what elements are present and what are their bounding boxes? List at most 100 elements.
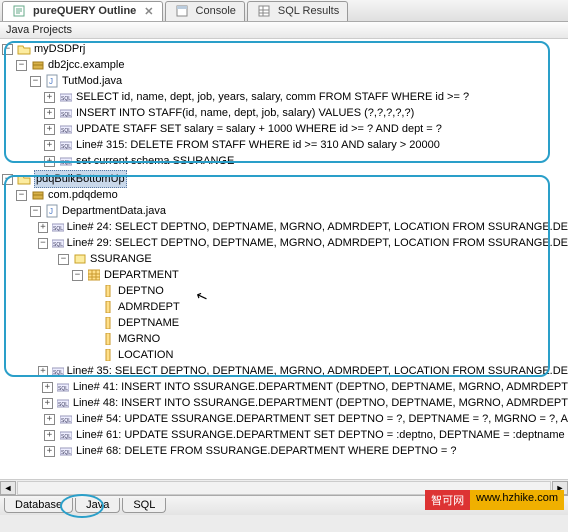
tree-java-file[interactable]: − J DepartmentData.java: [2, 203, 568, 219]
tree-sql-statement[interactable]: +SQLLine# 68: DELETE FROM SSURANGE.DEPAR…: [2, 443, 568, 459]
view-tab-bar: pureQUERY Outline ✕ Console SQL Results: [0, 0, 568, 22]
project-label: myDSDPrj: [34, 41, 85, 57]
tree-sql-statement[interactable]: +SQLUPDATE STAFF SET salary = salary + 1…: [2, 121, 568, 137]
sql-statement-icon: SQL: [58, 89, 74, 105]
tab-label: SQL Results: [278, 5, 339, 17]
tree-column[interactable]: DEPTNAME: [2, 315, 568, 331]
tree-sql-statement[interactable]: + SQL Line# 41: INSERT INTO SSURANGE.DEPAR…: [2, 379, 568, 395]
sql-statement-icon: SQL: [58, 137, 74, 153]
tree-package[interactable]: − db2jcc.example: [2, 57, 568, 73]
outline-tree[interactable]: − myDSDPrj − db2jcc.example − J TutMod.j…: [0, 39, 568, 479]
tree-column[interactable]: DEPTNO: [2, 283, 568, 299]
collapse-icon[interactable]: −: [2, 44, 13, 55]
tree-project[interactable]: − myDSDPrj: [2, 41, 568, 57]
tree-sql-statement[interactable]: +SQLLine# 48: INSERT INTO SSURANGE.DEPAR…: [2, 395, 568, 411]
package-label: com.pdqdemo: [48, 187, 118, 203]
scroll-left-icon[interactable]: ◄: [0, 481, 16, 495]
collapse-icon[interactable]: −: [72, 270, 83, 281]
expand-icon[interactable]: +: [44, 414, 55, 425]
java-file-icon: J: [44, 73, 60, 89]
sql-statement-icon: SQL: [56, 379, 71, 395]
sql-label: Line# 24: SELECT DEPTNO, DEPTNAME, MGRNO…: [67, 219, 568, 235]
expand-icon[interactable]: +: [44, 140, 55, 151]
tab-label: Console: [196, 5, 236, 17]
bottom-tab-java[interactable]: Java: [75, 498, 120, 513]
outline-icon: [11, 3, 27, 19]
tree-sql-statement[interactable]: +SQLLine# 315: DELETE FROM STAFF WHERE i…: [2, 137, 568, 153]
tree-sql-statement[interactable]: +SQLLine# 54: UPDATE SSURANGE.DEPARTMENT…: [2, 411, 568, 427]
tree-sql-statement[interactable]: +SQLLine# 35: SELECT DEPTNO, DEPTNAME, M…: [2, 363, 568, 379]
tree-sql-statement[interactable]: +SQLINSERT INTO STAFF(id, name, dept, jo…: [2, 105, 568, 121]
column-label: DEPTNO: [118, 283, 164, 299]
expand-icon[interactable]: +: [44, 92, 55, 103]
bottom-tab-sql[interactable]: SQL: [122, 498, 166, 513]
collapse-icon[interactable]: −: [58, 254, 69, 265]
expand-icon[interactable]: +: [44, 124, 55, 135]
sql-label: set current schema SSURANGE: [76, 153, 234, 169]
column-label: DEPTNAME: [118, 315, 179, 331]
table-label: DEPARTMENT: [104, 267, 179, 283]
sql-results-icon: [256, 3, 272, 19]
collapse-icon[interactable]: −: [16, 60, 27, 71]
sql-statement-icon: SQL: [58, 121, 74, 137]
sql-label: SELECT id, name, dept, job, years, salar…: [76, 89, 469, 105]
expand-icon[interactable]: +: [44, 108, 55, 119]
svg-text:SQL: SQL: [61, 450, 71, 456]
tree-sql-statement[interactable]: − SQL Line# 29: SELECT DEPTNO, DEPTNAME,…: [2, 235, 568, 251]
bottom-tab-database[interactable]: Database: [4, 498, 73, 513]
column-icon: [100, 283, 116, 299]
tab-label: pureQUERY Outline: [33, 5, 136, 17]
svg-text:SQL: SQL: [58, 386, 68, 392]
tab-sql-results[interactable]: SQL Results: [247, 1, 348, 21]
sql-label: INSERT INTO STAFF(id, name, dept, job, s…: [76, 105, 414, 121]
tree-sql-statement[interactable]: + SQL SELECT id, name, dept, job, years, s…: [2, 89, 568, 105]
collapse-icon[interactable]: −: [30, 206, 41, 217]
sql-label: Line# 35: SELECT DEPTNO, DEPTNAME, MGRNO…: [67, 363, 568, 379]
collapse-icon[interactable]: −: [30, 76, 41, 87]
svg-text:SQL: SQL: [61, 96, 71, 102]
collapse-icon[interactable]: −: [16, 190, 27, 201]
column-label: ADMRDEPT: [118, 299, 180, 315]
collapse-icon[interactable]: −: [38, 238, 48, 249]
expand-icon[interactable]: +: [42, 382, 53, 393]
tree-project[interactable]: − pdqBulkBottomUp: [2, 171, 568, 187]
expand-icon[interactable]: +: [44, 156, 55, 167]
sql-label: Line# 29: SELECT DEPTNO, DEPTNAME, MGRNO…: [67, 235, 568, 251]
tab-console[interactable]: Console: [165, 1, 245, 21]
tree-column[interactable]: LOCATION: [2, 347, 568, 363]
sql-label: Line# 41: INSERT INTO SSURANGE.DEPARTMEN…: [73, 379, 568, 395]
tree-sql-statement[interactable]: + SQL set current schema SSURANGE: [2, 153, 568, 169]
console-icon: [174, 3, 190, 19]
close-icon[interactable]: ✕: [144, 5, 153, 18]
expand-icon[interactable]: +: [38, 222, 48, 233]
sql-statement-icon: SQL: [56, 395, 71, 411]
svg-text:SQL: SQL: [53, 242, 63, 248]
sql-statement-icon: SQL: [58, 443, 74, 459]
tree-column[interactable]: ADMRDEPT: [2, 299, 568, 315]
expand-icon[interactable]: +: [42, 398, 53, 409]
tree-sql-statement[interactable]: +SQLLine# 61: UPDATE SSURANGE.DEPARTMENT…: [2, 427, 568, 443]
package-icon: [30, 187, 46, 203]
sql-label: Line# 54: UPDATE SSURANGE.DEPARTMENT SET…: [76, 411, 568, 427]
collapse-icon[interactable]: −: [2, 174, 13, 185]
project-icon: [16, 171, 32, 187]
expand-icon[interactable]: +: [44, 446, 55, 457]
tree-table[interactable]: − DEPARTMENT: [2, 267, 568, 283]
expand-icon[interactable]: +: [38, 366, 48, 377]
project-label: pdqBulkBottomUp: [34, 170, 127, 188]
section-header-java-projects: Java Projects: [0, 22, 568, 39]
tree-sql-statement[interactable]: + SQL Line# 24: SELECT DEPTNO, DEPTNAME,…: [2, 219, 568, 235]
package-icon: [30, 57, 46, 73]
watermark-url: www.hzhike.com: [470, 490, 564, 510]
tree-column[interactable]: MGRNO: [2, 331, 568, 347]
tab-purequery-outline[interactable]: pureQUERY Outline ✕: [2, 1, 163, 21]
tree-schema[interactable]: − SSURANGE: [2, 251, 568, 267]
tree-package[interactable]: − com.pdqdemo: [2, 187, 568, 203]
sql-label: Line# 61: UPDATE SSURANGE.DEPARTMENT SET…: [76, 427, 565, 443]
expand-icon[interactable]: +: [44, 430, 55, 441]
sql-statement-icon: SQL: [58, 153, 74, 169]
svg-text:SQL: SQL: [61, 160, 71, 166]
sql-label: Line# 315: DELETE FROM STAFF WHERE id >=…: [76, 137, 440, 153]
tree-java-file[interactable]: − J TutMod.java: [2, 73, 568, 89]
svg-text:J: J: [49, 77, 53, 86]
